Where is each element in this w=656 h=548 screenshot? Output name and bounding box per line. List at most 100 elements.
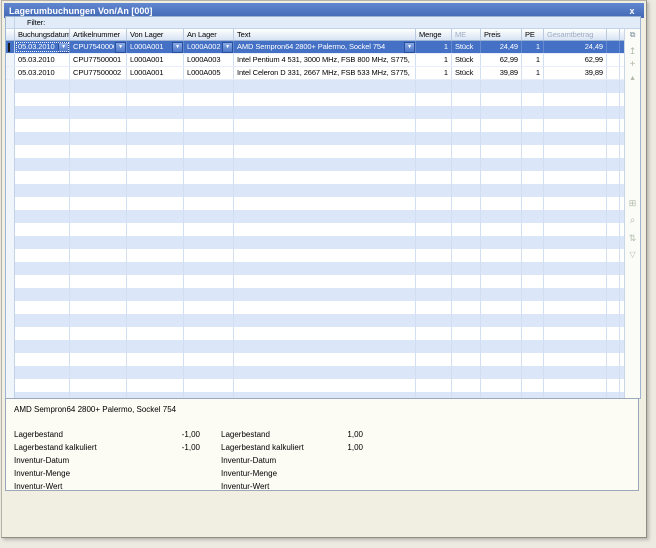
detail-value: 1,00 xyxy=(321,428,363,441)
cell-blank xyxy=(15,106,70,119)
filter-row[interactable]: Filter: xyxy=(6,17,640,29)
cell-preis[interactable]: 39,89 xyxy=(481,67,522,79)
cell-blank xyxy=(184,93,234,106)
cell-blank xyxy=(607,379,620,392)
cell-artikel[interactable]: CPU77500002 xyxy=(70,67,127,79)
cell-blank xyxy=(15,158,70,171)
cell-pe[interactable]: 1 xyxy=(522,67,544,79)
chevron-down-icon[interactable]: ▼ xyxy=(404,42,415,53)
column-header-pe[interactable]: PE xyxy=(522,29,544,40)
cell-blank xyxy=(522,119,544,132)
cell-preis[interactable]: 24,49 xyxy=(481,41,522,53)
column-header-text[interactable]: Text xyxy=(234,29,416,40)
detail-label: Inventur-Datum xyxy=(14,454,158,467)
chevron-down-icon[interactable]: ▼ xyxy=(172,42,183,53)
row-selector[interactable] xyxy=(6,67,15,79)
cell-filler[interactable] xyxy=(607,67,620,79)
cell-me[interactable]: Stück xyxy=(452,41,481,53)
cell-blank xyxy=(184,171,234,184)
cell-blank xyxy=(522,314,544,327)
cell-blank xyxy=(544,236,607,249)
cell-pe[interactable]: 1 xyxy=(522,41,544,53)
scroll-up-icon[interactable]: ▲ xyxy=(626,73,639,85)
cell-blank xyxy=(70,366,127,379)
cell-text[interactable]: Intel Pentium 4 531, 3000 MHz, FSB 800 M… xyxy=(234,54,416,66)
cell-blank xyxy=(416,275,452,288)
search-icon[interactable]: ⌕ xyxy=(626,215,639,227)
cell-artikel[interactable]: CPU77500001 xyxy=(70,54,127,66)
chevron-down-icon[interactable]: ▼ xyxy=(222,42,233,53)
column-header-von[interactable]: Von Lager xyxy=(127,29,184,40)
cell-gesamt[interactable]: 24,49 xyxy=(544,41,607,53)
cell-an[interactable]: L000A002▼ xyxy=(184,41,234,53)
cell-filler[interactable] xyxy=(607,54,620,66)
column-header-artikel[interactable]: Artikelnummer xyxy=(70,29,127,40)
chevron-down-icon[interactable]: ▼ xyxy=(115,42,126,53)
detail-value xyxy=(158,480,200,493)
add-row-icon[interactable]: + xyxy=(626,59,639,71)
cell-pe[interactable]: 1 xyxy=(522,54,544,66)
cell-me[interactable]: Stück xyxy=(452,67,481,79)
cell-filler[interactable] xyxy=(607,41,620,53)
column-header-menge[interactable]: Menge xyxy=(416,29,452,40)
chevron-down-icon[interactable]: ▼ xyxy=(58,42,69,53)
cell-gesamt[interactable]: 62,99 xyxy=(544,54,607,66)
grid-row[interactable]: 05.03.2010CPU77500001L000A001L000A003 Int… xyxy=(6,54,624,67)
cell-blank xyxy=(416,106,452,119)
column-header-an[interactable]: An Lager xyxy=(184,29,234,40)
cell-blank xyxy=(184,327,234,340)
filter-gutter xyxy=(6,17,15,28)
cell-blank xyxy=(544,197,607,210)
detail-label: Inventur-Wert xyxy=(221,480,321,493)
cell-an[interactable]: L000A005 xyxy=(184,67,234,79)
filter-icon[interactable]: ▽ xyxy=(626,249,639,261)
grid-row[interactable]: 05.03.2010CPU77500002L000A001L000A005Int… xyxy=(6,67,624,80)
cell-blank xyxy=(522,93,544,106)
cell-artikel[interactable]: CPU75400003▼ xyxy=(70,41,127,53)
detail-row: Lagerbestand kalkuliert1,00 xyxy=(221,441,363,454)
cell-menge[interactable]: 1 xyxy=(416,54,452,66)
cell-value: AMD Sempron64 2800+ Palermo, Sockel 754 xyxy=(237,41,403,53)
cell-blank xyxy=(15,275,70,288)
cell-text[interactable]: AMD Sempron64 2800+ Palermo, Sockel 754▼ xyxy=(234,41,416,53)
column-header-date[interactable]: Buchungsdatum xyxy=(15,29,70,40)
scroll-to-top-icon[interactable]: ↥ xyxy=(626,45,639,57)
column-header-gesamt[interactable]: Gesamtbetrag xyxy=(544,29,607,40)
grid-empty-row xyxy=(6,301,624,314)
close-icon[interactable]: x xyxy=(625,6,639,16)
row-selector xyxy=(6,366,15,379)
cell-blank xyxy=(127,210,184,223)
column-header-me[interactable]: ME xyxy=(452,29,481,40)
cell-blank xyxy=(544,366,607,379)
column-header-preis[interactable]: Preis xyxy=(481,29,522,40)
cell-an[interactable]: L000A003 xyxy=(184,54,234,66)
cell-text[interactable]: Intel Celeron D 331, 2667 MHz, FSB 533 M… xyxy=(234,67,416,79)
sort-icon[interactable]: ⇅ xyxy=(626,232,639,244)
cell-date[interactable]: 05.03.2010▼ xyxy=(15,41,70,53)
cell-blank xyxy=(522,158,544,171)
cell-blank xyxy=(452,106,481,119)
grid-view-icon[interactable]: ⊞ xyxy=(626,197,639,209)
cell-blank xyxy=(184,210,234,223)
copy-icon[interactable]: ⧉ xyxy=(626,29,639,41)
cell-blank xyxy=(452,340,481,353)
cell-menge[interactable]: 1 xyxy=(416,67,452,79)
cell-date[interactable]: 05.03.2010 xyxy=(15,54,70,66)
cell-value: L000A003 xyxy=(187,54,230,66)
row-selector xyxy=(6,158,15,171)
cell-menge[interactable]: 1 xyxy=(416,41,452,53)
cell-von[interactable]: L000A001 xyxy=(127,67,184,79)
grid-row-selected[interactable]: 05.03.2010▼CPU75400003▼L000A001▼L000A002… xyxy=(6,41,624,54)
cell-von[interactable]: L000A001▼ xyxy=(127,41,184,53)
cell-von[interactable]: L000A001 xyxy=(127,54,184,66)
row-selector[interactable] xyxy=(6,54,15,66)
cell-blank xyxy=(522,262,544,275)
cell-preis[interactable]: 62,99 xyxy=(481,54,522,66)
cell-blank xyxy=(452,353,481,366)
cell-date[interactable]: 05.03.2010 xyxy=(15,67,70,79)
row-selector[interactable] xyxy=(6,41,15,53)
row-selector xyxy=(6,379,15,392)
cell-me[interactable]: Stück xyxy=(452,54,481,66)
cell-blank xyxy=(544,210,607,223)
cell-gesamt[interactable]: 39,89 xyxy=(544,67,607,79)
